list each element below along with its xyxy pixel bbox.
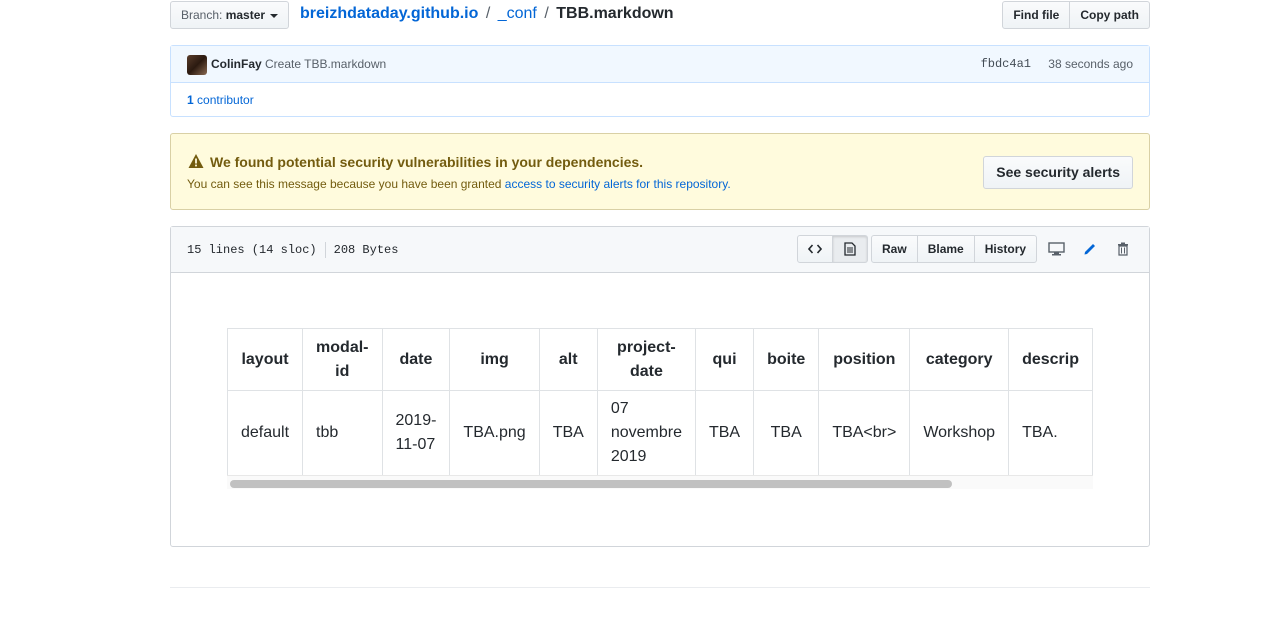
raw-button[interactable]: Raw bbox=[871, 235, 918, 263]
see-security-alerts-button[interactable]: See security alerts bbox=[983, 156, 1133, 189]
code-icon bbox=[808, 244, 822, 254]
table-header-cell: position bbox=[818, 328, 911, 391]
horizontal-scrollbar[interactable] bbox=[227, 475, 1093, 489]
contributors-label: contributor bbox=[197, 93, 254, 107]
divider bbox=[170, 587, 1150, 588]
markdown-table-container: layout modal- id date img alt project- d… bbox=[227, 328, 1093, 490]
table-header-cell: category bbox=[909, 328, 1010, 391]
view-toggle bbox=[797, 235, 868, 263]
table-header-cell: qui bbox=[694, 328, 755, 391]
table-cell: TBA bbox=[538, 390, 598, 476]
file-lines: 15 lines (14 sloc) bbox=[187, 243, 317, 258]
table-header-row: layout modal- id date img alt project- d… bbox=[227, 328, 1093, 391]
table-cell: TBA bbox=[753, 390, 820, 476]
table-cell: TBA.png bbox=[449, 390, 540, 476]
security-alerts-access-link[interactable]: access to security alerts for this repos… bbox=[505, 177, 731, 191]
divider bbox=[324, 242, 326, 258]
security-alert-banner: We found potential security vulnerabilit… bbox=[170, 133, 1150, 210]
breadcrumb-separator: / bbox=[485, 5, 491, 22]
display-rendered-button[interactable] bbox=[832, 235, 868, 263]
table-header-cell: layout bbox=[227, 328, 304, 391]
file-size: 208 Bytes bbox=[333, 243, 399, 258]
delete-file-button[interactable] bbox=[1114, 240, 1132, 258]
blame-button[interactable]: Blame bbox=[916, 235, 975, 263]
edit-file-button[interactable] bbox=[1081, 240, 1099, 258]
table-cell: Workshop bbox=[909, 390, 1010, 476]
commit-tease: ColinFay Create TBB.markdown fbdc4a1 38 … bbox=[170, 45, 1150, 117]
alert-title: We found potential security vulnerabilit… bbox=[210, 154, 644, 170]
table-header-cell: img bbox=[449, 328, 540, 391]
breadcrumb-dir-link[interactable]: _conf bbox=[498, 5, 537, 22]
file-icon bbox=[844, 242, 856, 256]
display-source-button[interactable] bbox=[797, 235, 833, 263]
alert-text: You can see this message because you hav… bbox=[187, 177, 731, 191]
file-header: 15 lines (14 sloc) 208 Bytes Raw Blame H… bbox=[171, 227, 1149, 273]
file-nav-button-group: Find file Copy path bbox=[1002, 1, 1150, 29]
desktop-icon bbox=[1047, 242, 1065, 256]
breadcrumb-file-name: TBB.markdown bbox=[556, 5, 674, 22]
file-actions-group: Raw Blame History bbox=[871, 235, 1038, 263]
table-header-cell: project- date bbox=[596, 328, 696, 391]
table-header-cell: date bbox=[381, 328, 451, 391]
pencil-icon bbox=[1084, 244, 1095, 255]
alert-text-prefix: You can see this message because you hav… bbox=[187, 177, 505, 191]
find-file-button[interactable]: Find file bbox=[1002, 1, 1071, 29]
branch-name: master bbox=[225, 8, 266, 22]
commit-header: ColinFay Create TBB.markdown fbdc4a1 38 … bbox=[171, 46, 1149, 83]
table-header-cell: alt bbox=[538, 328, 598, 391]
table-cell: tbb bbox=[302, 390, 383, 476]
table-cell: TBA bbox=[694, 390, 755, 476]
breadcrumb-repo-link[interactable]: breizhdataday.github.io bbox=[300, 5, 478, 22]
table-cell: TBA. bbox=[1008, 390, 1093, 476]
commit-message-link[interactable]: Create TBB.markdown bbox=[265, 57, 386, 71]
table-row: default tbb 2019- 11-07 TBA.png TBA 07 n… bbox=[227, 390, 1093, 476]
alert-icon bbox=[188, 154, 204, 168]
table-cell: 07 novembre 2019 bbox=[596, 390, 696, 476]
table-cell: default bbox=[227, 390, 304, 476]
file-navigation: Branch: master breizhdataday.github.io /… bbox=[170, 1, 1150, 30]
scrollbar-thumb[interactable] bbox=[230, 480, 952, 488]
table-cell: TBA<br> bbox=[818, 390, 911, 476]
avatar[interactable] bbox=[187, 55, 207, 75]
breadcrumb: breizhdataday.github.io / _conf / TBB.ma… bbox=[300, 5, 674, 23]
contributors-count: 1 bbox=[187, 93, 194, 107]
contributors-link[interactable]: 1 contributor bbox=[187, 93, 254, 107]
breadcrumb-separator: / bbox=[544, 5, 549, 22]
table-header-cell: descrip bbox=[1008, 328, 1093, 391]
commit-sha-link[interactable]: fbdc4a1 bbox=[981, 57, 1031, 71]
file-info: 15 lines (14 sloc) 208 Bytes bbox=[187, 242, 398, 258]
caret-down-icon bbox=[270, 13, 279, 18]
open-desktop-button[interactable] bbox=[1047, 240, 1065, 258]
frontmatter-table: layout modal- id date img alt project- d… bbox=[227, 328, 1093, 476]
table-cell: 2019- 11-07 bbox=[381, 390, 451, 476]
copy-path-button[interactable]: Copy path bbox=[1069, 1, 1150, 29]
table-header-cell: modal- id bbox=[302, 328, 383, 391]
history-button[interactable]: History bbox=[973, 235, 1038, 263]
trash-icon bbox=[1118, 242, 1128, 256]
branch-select-button[interactable]: Branch: master bbox=[170, 1, 290, 29]
commit-author-link[interactable]: ColinFay bbox=[211, 57, 262, 71]
file-viewer: 15 lines (14 sloc) 208 Bytes Raw Blame H… bbox=[170, 226, 1150, 547]
table-header-cell: boite bbox=[753, 328, 820, 391]
commit-time: 38 seconds ago bbox=[1048, 57, 1133, 71]
branch-prefix: Branch: bbox=[181, 8, 223, 22]
